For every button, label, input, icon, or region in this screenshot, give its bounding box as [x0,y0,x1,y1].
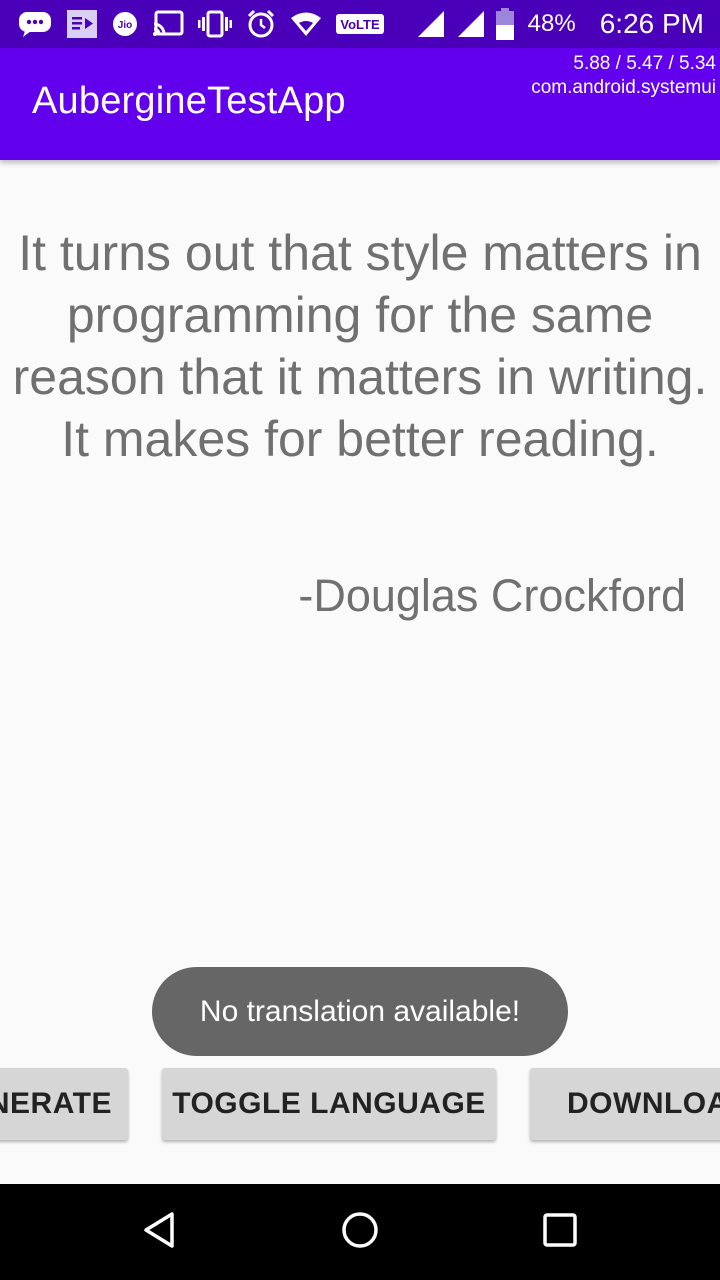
home-icon [340,1210,380,1254]
system-status: 48% 6:26 PM [416,8,704,40]
back-button[interactable] [136,1208,184,1256]
jio-label: Jio [118,20,132,31]
download-button-label: DOWNLOA [567,1087,720,1120]
status-bar: Jio VoLTE 48% 6:26 PM [0,0,720,48]
alarm-icon [246,9,276,39]
signal-icon [416,9,446,39]
vibrate-icon [198,10,232,38]
download-button[interactable]: DOWNLOA [530,1068,720,1140]
signal-icon [456,9,486,39]
notification-icons: Jio VoLTE [18,8,384,40]
recents-icon [540,1210,580,1254]
home-button[interactable] [336,1208,384,1256]
quote-author: -Douglas Crockford [298,570,686,621]
volte-icon: VoLTE [336,12,384,36]
toggle-language-button-label: TOGGLE LANGUAGE [172,1087,486,1120]
volte-label: VoLTE [340,17,380,32]
clock: 6:26 PM [599,8,704,39]
quote-text: It turns out that style matters in progr… [12,225,708,467]
cpu-process: com.android.systemui [531,77,716,98]
recents-button[interactable] [536,1208,584,1256]
screen: Jio VoLTE 48% 6:26 PM AubergineTestApp 5… [0,0,720,1280]
battery-icon [495,8,514,40]
cpu-usage-overlay: 5.88 / 5.47 / 5.34 com.android.systemui [531,52,716,100]
navigation-bar [0,1184,720,1280]
toggle-language-button[interactable]: TOGGLE LANGUAGE [162,1068,496,1140]
cast-icon [152,10,184,38]
cpu-load: 5.88 / 5.47 / 5.34 [573,53,716,74]
media-playing-icon [66,9,98,39]
chat-bubble-icon [18,11,52,37]
jio-icon: Jio [112,11,138,37]
app-title: AubergineTestApp [32,80,346,122]
generate-button[interactable]: NERATE [0,1068,128,1140]
battery-percent: 48% [527,10,576,37]
generate-button-label: NERATE [0,1087,112,1120]
toast-message: No translation available! [152,967,568,1056]
back-icon [140,1210,180,1254]
wifi-icon [290,11,322,37]
app-bar: AubergineTestApp 5.88 / 5.47 / 5.34 com.… [0,48,720,160]
